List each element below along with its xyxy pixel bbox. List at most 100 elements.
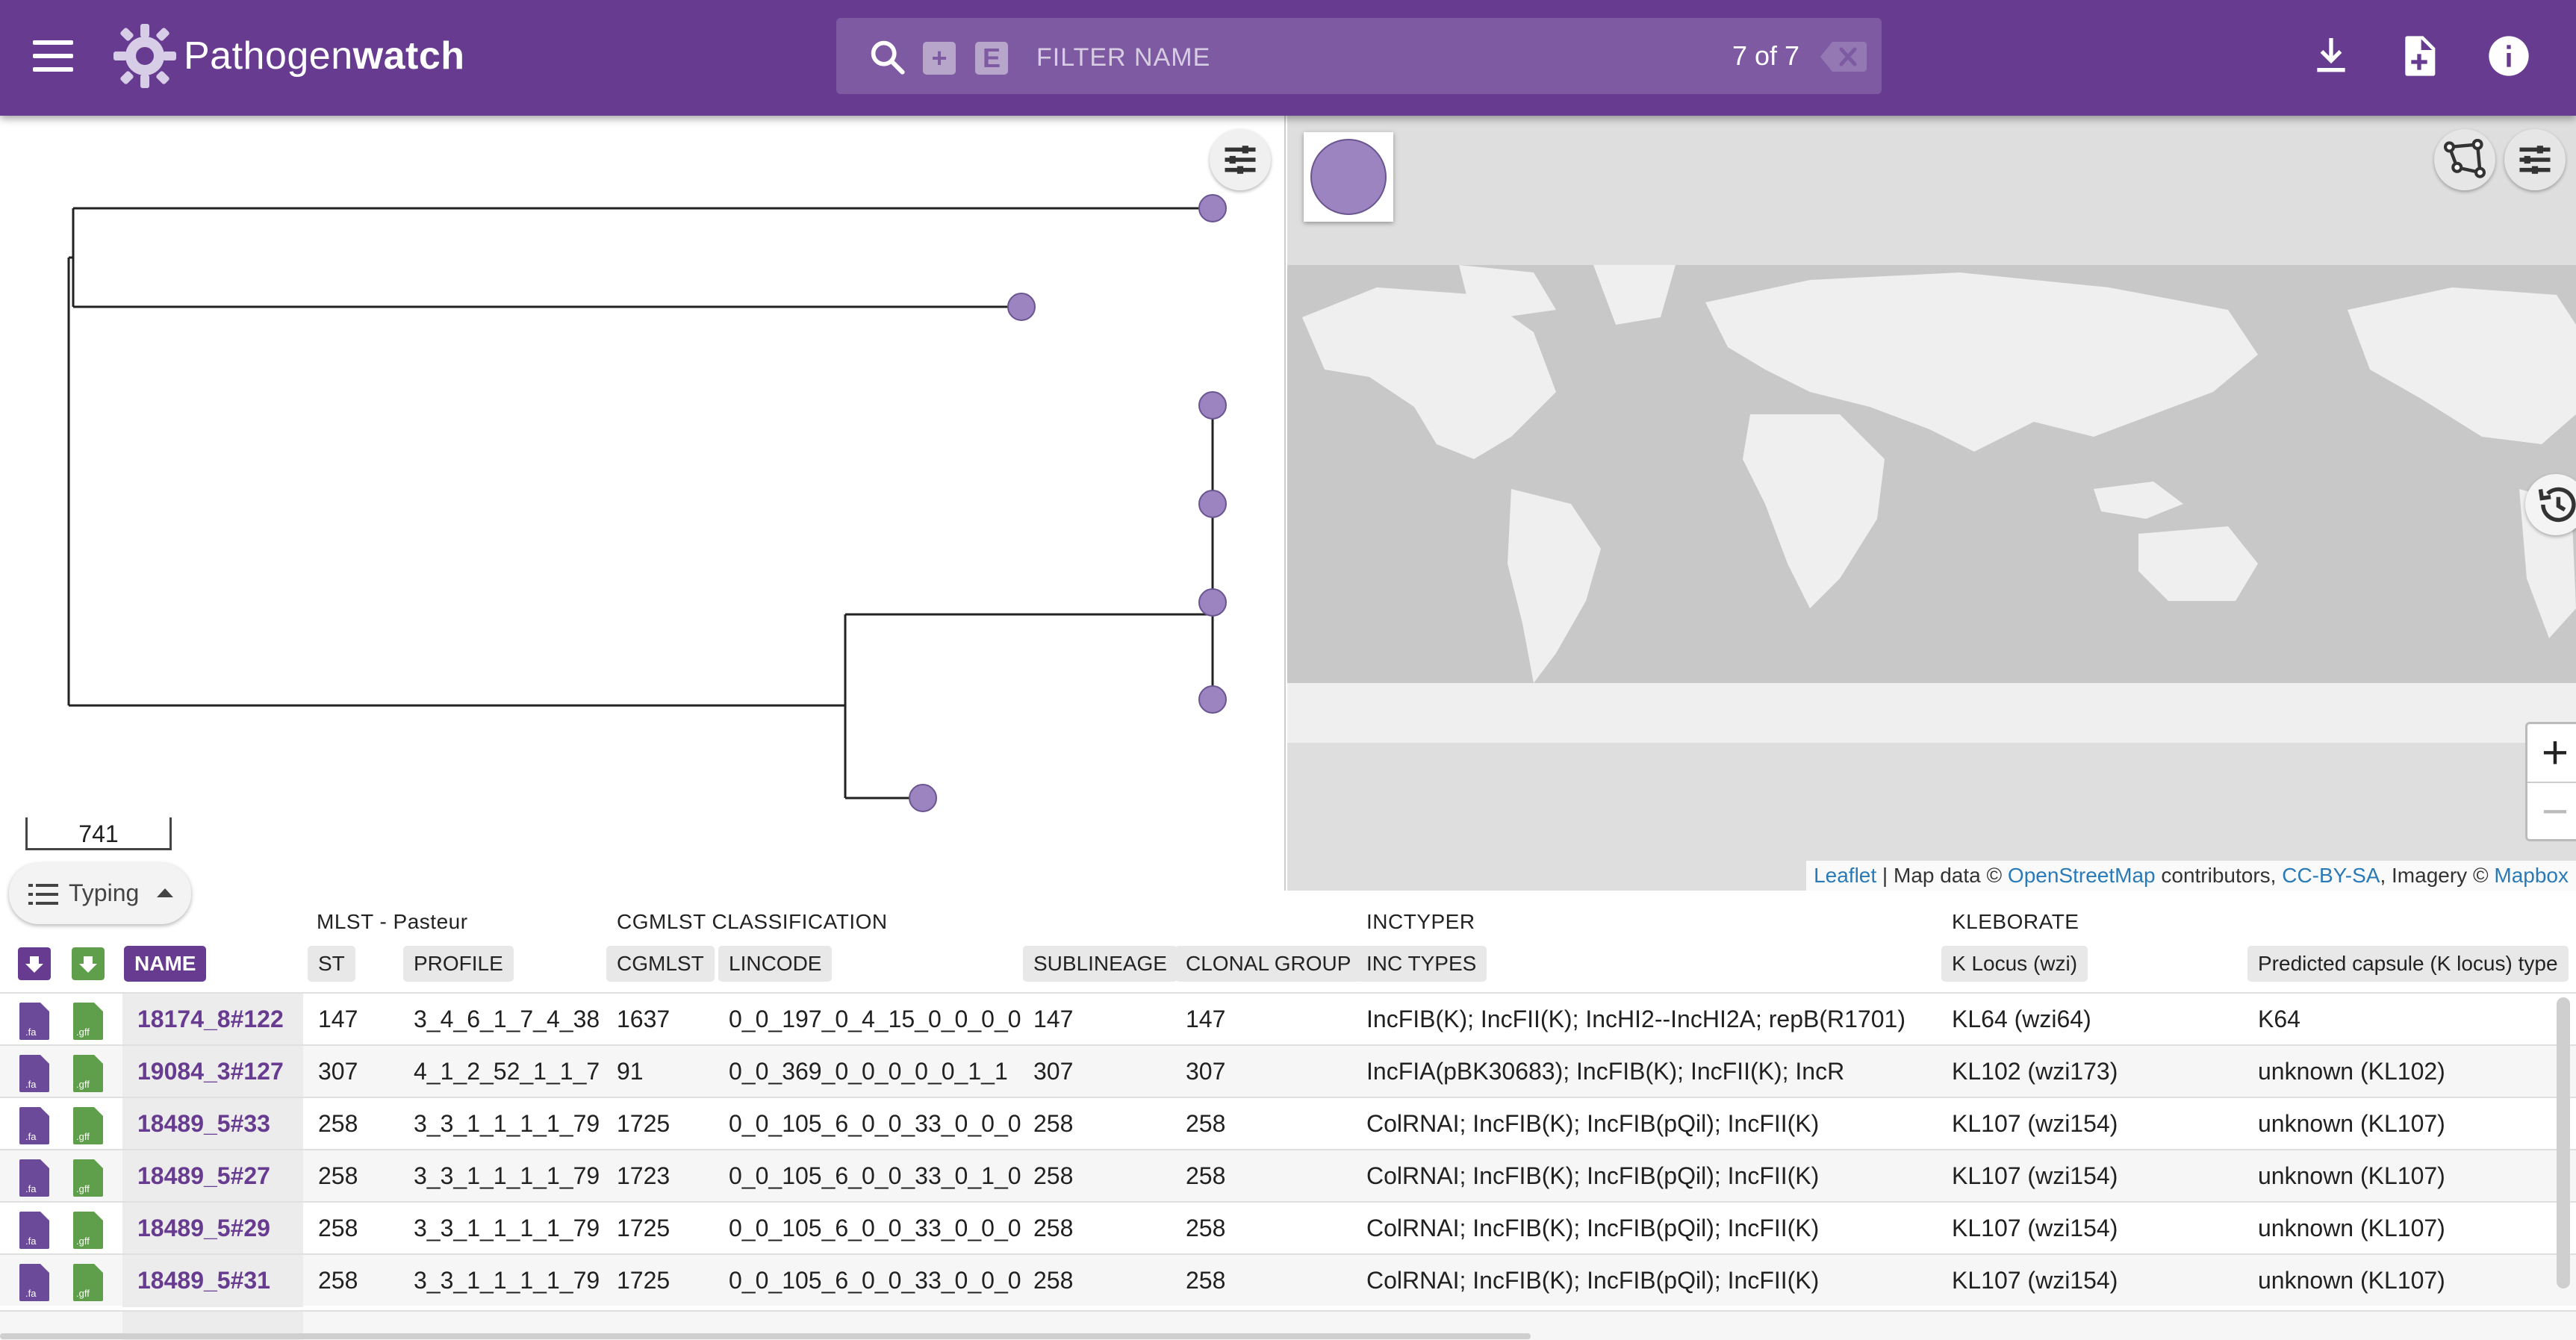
cell-capsule: unknown (KL107) bbox=[2258, 1267, 2445, 1294]
fasta-file-icon[interactable]: .fa bbox=[18, 1055, 51, 1092]
cell-profile: 4_1_2_52_1_1_7 bbox=[414, 1058, 600, 1085]
table-row[interactable]: .fa .gff 18489_5#29 258 3_3_1_1_1_1_79 1725 0_… bbox=[0, 1201, 2576, 1255]
fasta-file-icon[interactable]: .fa bbox=[18, 1159, 51, 1197]
column-header-name[interactable]: NAME bbox=[124, 946, 207, 982]
table-row[interactable]: .fa .gff 18174_8#122 147 3_4_6_1_7_4_38 1637 0… bbox=[0, 992, 2576, 1046]
gff-ext-label: .gff bbox=[76, 1079, 90, 1090]
tree-leaf-node bbox=[909, 784, 937, 812]
phylogenetic-tree[interactable] bbox=[0, 116, 1286, 891]
map-panel[interactable]: + − Leaflet | Map data © OpenStreetMap c… bbox=[1287, 116, 2576, 891]
download-icon[interactable] bbox=[2307, 31, 2355, 81]
tree-panel: 741 bbox=[0, 116, 1286, 891]
search-icon[interactable] bbox=[868, 37, 906, 76]
column-header-sublineage[interactable]: SUBLINEAGE bbox=[1023, 946, 1177, 982]
openstreetmap-link[interactable]: OpenStreetMap bbox=[2008, 864, 2156, 887]
column-header-inc-types[interactable]: INC TYPES bbox=[1356, 946, 1487, 982]
genome-name-link[interactable]: 18489_5#29 bbox=[137, 1215, 270, 1242]
typing-table: MLST - Pasteur CGMLST CLASSIFICATION INC… bbox=[0, 891, 2576, 1340]
cell-inc-types: IncFIB(K); IncFII(K); IncHI2--IncHI2A; r… bbox=[1366, 1006, 1905, 1032]
gff-ext-label: .gff bbox=[76, 1235, 90, 1247]
clear-search-icon[interactable] bbox=[1820, 40, 1867, 73]
history-icon bbox=[2538, 487, 2576, 523]
cell-clonal-group: 258 bbox=[1186, 1215, 1226, 1241]
column-header-st[interactable]: ST bbox=[308, 946, 355, 982]
cc-by-sa-link[interactable]: CC-BY-SA bbox=[2282, 864, 2380, 887]
cell-k-locus: KL107 (wzi154) bbox=[1952, 1267, 2118, 1294]
group-kleborate: KLEBORATE bbox=[1952, 910, 2079, 933]
download-all-gff-icon[interactable] bbox=[72, 947, 105, 980]
fasta-ext-label: .fa bbox=[25, 1288, 37, 1299]
cell-clonal-group: 147 bbox=[1186, 1006, 1226, 1032]
genome-name-link[interactable]: 18489_5#33 bbox=[137, 1110, 270, 1138]
cell-k-locus: KL64 (wzi64) bbox=[1952, 1006, 2091, 1032]
column-header-k-locus[interactable]: K Locus (wzi) bbox=[1941, 946, 2088, 982]
table-row[interactable]: .fa .gff 18489_5#31 258 3_3_1_1_1_1_79 1725 0_… bbox=[0, 1253, 2576, 1307]
app-logo[interactable]: Pathogenwatch bbox=[112, 21, 465, 91]
cell-st: 258 bbox=[318, 1267, 358, 1294]
cell-k-locus: KL102 (wzi173) bbox=[1952, 1058, 2118, 1085]
menu-icon[interactable] bbox=[33, 40, 73, 72]
gff-file-icon[interactable]: .gff bbox=[72, 1003, 105, 1040]
lasso-tool-button[interactable] bbox=[2434, 129, 2495, 190]
cell-profile: 3_3_1_1_1_1_79 bbox=[414, 1267, 600, 1294]
column-header-profile[interactable]: PROFILE bbox=[403, 946, 514, 982]
world-map[interactable] bbox=[1287, 265, 2576, 743]
gff-file-icon[interactable]: .gff bbox=[72, 1159, 105, 1197]
typing-view-button[interactable]: Typing bbox=[9, 863, 191, 924]
fasta-file-icon[interactable]: .fa bbox=[18, 1212, 51, 1249]
cell-st: 258 bbox=[318, 1215, 358, 1241]
create-collection-icon[interactable] bbox=[2395, 31, 2443, 81]
gff-file-icon[interactable]: .gff bbox=[72, 1107, 105, 1144]
cell-profile: 3_4_6_1_7_4_38 bbox=[414, 1006, 600, 1032]
table-row[interactable]: .fa .gff 18489_5#27 258 3_3_1_1_1_1_79 1723 0_… bbox=[0, 1149, 2576, 1203]
tree-scale-label: 741 bbox=[78, 820, 119, 847]
tree-leaf-node bbox=[1007, 293, 1036, 321]
genome-name-link[interactable]: 18174_8#122 bbox=[137, 1006, 284, 1033]
column-header-capsule-type[interactable]: Predicted capsule (K locus) type bbox=[2247, 946, 2569, 982]
column-header-lincode[interactable]: LINCODE bbox=[718, 946, 833, 982]
group-mlst: MLST - Pasteur bbox=[317, 910, 468, 933]
cell-capsule: unknown (KL102) bbox=[2258, 1058, 2445, 1085]
cell-clonal-group: 307 bbox=[1186, 1058, 1226, 1085]
map-legend[interactable] bbox=[1304, 132, 1393, 222]
cell-cgmlst: 1723 bbox=[617, 1162, 671, 1189]
column-header-cgmlst[interactable]: CGMLST bbox=[606, 946, 715, 982]
table-horizontal-scrollbar[interactable] bbox=[0, 1333, 1531, 1339]
leaflet-link[interactable]: Leaflet bbox=[1814, 864, 1876, 887]
genome-name-link[interactable]: 18489_5#27 bbox=[137, 1162, 270, 1190]
zoom-in-button[interactable]: + bbox=[2527, 724, 2576, 782]
cell-lincode: 0_0_369_0_0_0_0_0_1_1 bbox=[729, 1058, 1008, 1085]
cell-clonal-group: 258 bbox=[1186, 1162, 1226, 1189]
mapbox-link[interactable]: Mapbox bbox=[2494, 864, 2569, 887]
gff-ext-label: .gff bbox=[76, 1131, 90, 1142]
cell-inc-types: ColRNAI; IncFIB(K); IncFIB(pQil); IncFII… bbox=[1366, 1215, 1820, 1241]
info-icon[interactable] bbox=[2485, 31, 2533, 81]
zoom-out-button[interactable]: − bbox=[2527, 782, 2576, 839]
app-header: Pathogenwatch + E 7 of 7 bbox=[0, 0, 2576, 116]
add-filter-button[interactable]: + bbox=[923, 42, 956, 75]
fasta-file-icon[interactable]: .fa bbox=[18, 1003, 51, 1040]
table-row[interactable]: .fa .gff 19084_3#127 307 4_1_2_52_1_1_7 91 0_0… bbox=[0, 1044, 2576, 1098]
cell-lincode: 0_0_105_6_0_0_33_0_0_0 bbox=[729, 1267, 1021, 1294]
table-row[interactable]: .fa .gff 18489_5#33 258 3_3_1_1_1_1_79 1725 0_… bbox=[0, 1097, 2576, 1150]
fasta-ext-label: .fa bbox=[25, 1026, 37, 1038]
fasta-file-icon[interactable]: .fa bbox=[18, 1264, 51, 1301]
download-all-fasta-icon[interactable] bbox=[18, 947, 51, 980]
filter-name-input[interactable] bbox=[1036, 40, 1604, 75]
cell-clonal-group: 258 bbox=[1186, 1110, 1226, 1137]
fasta-ext-label: .fa bbox=[25, 1079, 37, 1090]
tree-settings-button[interactable] bbox=[1210, 129, 1271, 190]
gff-file-icon[interactable]: .gff bbox=[72, 1264, 105, 1301]
column-header-clonal-group[interactable]: CLONAL GROUP bbox=[1175, 946, 1362, 982]
fasta-ext-label: .fa bbox=[25, 1235, 37, 1247]
gff-ext-label: .gff bbox=[76, 1288, 90, 1299]
exact-match-button[interactable]: E bbox=[975, 42, 1008, 75]
gff-file-icon[interactable]: .gff bbox=[72, 1055, 105, 1092]
genome-name-link[interactable]: 19084_3#127 bbox=[137, 1058, 284, 1085]
genome-name-link[interactable]: 18489_5#31 bbox=[137, 1267, 270, 1294]
map-settings-button[interactable] bbox=[2504, 129, 2566, 190]
fasta-file-icon[interactable]: .fa bbox=[18, 1107, 51, 1144]
table-vertical-scrollbar[interactable] bbox=[2557, 997, 2570, 1288]
gff-file-icon[interactable]: .gff bbox=[72, 1212, 105, 1249]
timeline-button[interactable] bbox=[2525, 474, 2576, 535]
